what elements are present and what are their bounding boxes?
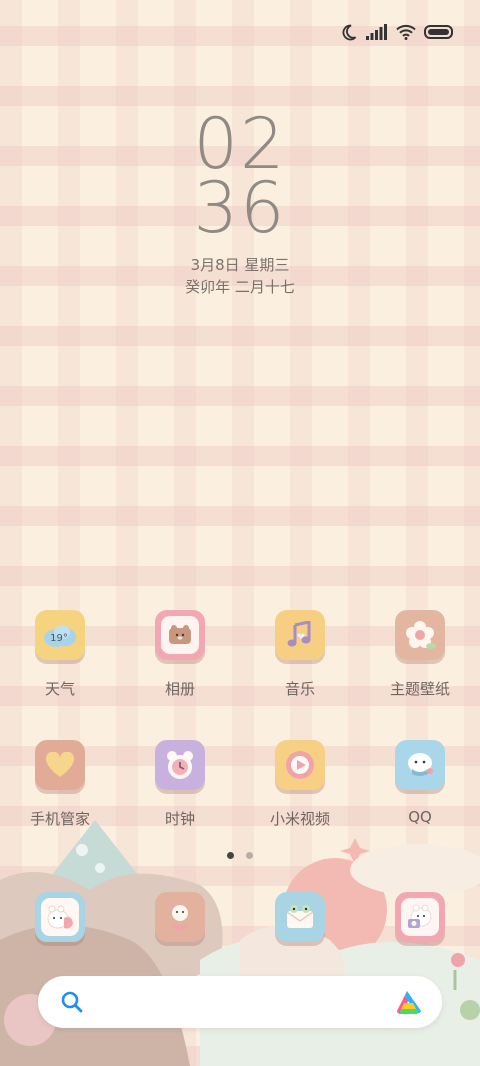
- app-label-weather: 天气: [44, 680, 75, 698]
- search-icon[interactable]: [60, 990, 84, 1014]
- app-label-music: 音乐: [284, 680, 315, 698]
- video-icon: [275, 740, 325, 790]
- wifi-icon: [396, 24, 416, 40]
- dock-app-messages[interactable]: [120, 892, 240, 942]
- security-icon: [35, 740, 85, 790]
- app-row-2: 手机管家 时钟 小米视频 QQ: [0, 740, 480, 829]
- weather-icon: 19°: [35, 610, 85, 660]
- date-text: 3月8日 星期三: [190, 256, 290, 274]
- mail-icon: [275, 892, 325, 942]
- dock: [0, 892, 480, 942]
- svg-text:19°: 19°: [50, 633, 68, 644]
- camera-icon: [395, 892, 445, 942]
- assistant-icon[interactable]: [394, 989, 424, 1015]
- clock-minute: 36: [193, 167, 287, 249]
- app-weather[interactable]: 19° 天气: [0, 610, 120, 699]
- app-qq[interactable]: QQ: [360, 740, 480, 829]
- status-bar: [340, 18, 454, 46]
- signal-icon: [366, 24, 387, 40]
- phone-icon: [35, 892, 85, 942]
- clock-icon: [155, 740, 205, 790]
- app-label-gallery: 相册: [164, 680, 195, 698]
- dock-app-camera[interactable]: [360, 892, 480, 942]
- app-music[interactable]: 音乐: [240, 610, 360, 699]
- gallery-icon: [155, 610, 205, 660]
- themes-icon: [395, 610, 445, 660]
- app-label-themes: 主题壁纸: [389, 680, 450, 698]
- search-bar[interactable]: [38, 976, 442, 1028]
- app-row-1: 19° 天气 相册 音乐 主题壁纸: [0, 610, 480, 699]
- music-icon: [275, 610, 325, 660]
- messages-icon: [155, 892, 205, 942]
- app-clock[interactable]: 时钟: [120, 740, 240, 829]
- moon-icon: [342, 24, 357, 41]
- wallpaper-scenery: [0, 820, 480, 1066]
- lunar-date-text: 癸卯年 二月十七: [185, 278, 295, 296]
- app-themes[interactable]: 主题壁纸: [360, 610, 480, 699]
- app-security[interactable]: 手机管家: [0, 740, 120, 829]
- app-video[interactable]: 小米视频: [240, 740, 360, 829]
- clock-widget[interactable]: 02 36 3月8日 星期三 癸卯年 二月十七: [0, 109, 480, 298]
- dock-app-mail[interactable]: [240, 892, 360, 942]
- qq-icon: [395, 740, 445, 790]
- battery-icon: [424, 25, 453, 39]
- app-gallery[interactable]: 相册: [120, 610, 240, 699]
- dock-app-phone[interactable]: [0, 892, 120, 942]
